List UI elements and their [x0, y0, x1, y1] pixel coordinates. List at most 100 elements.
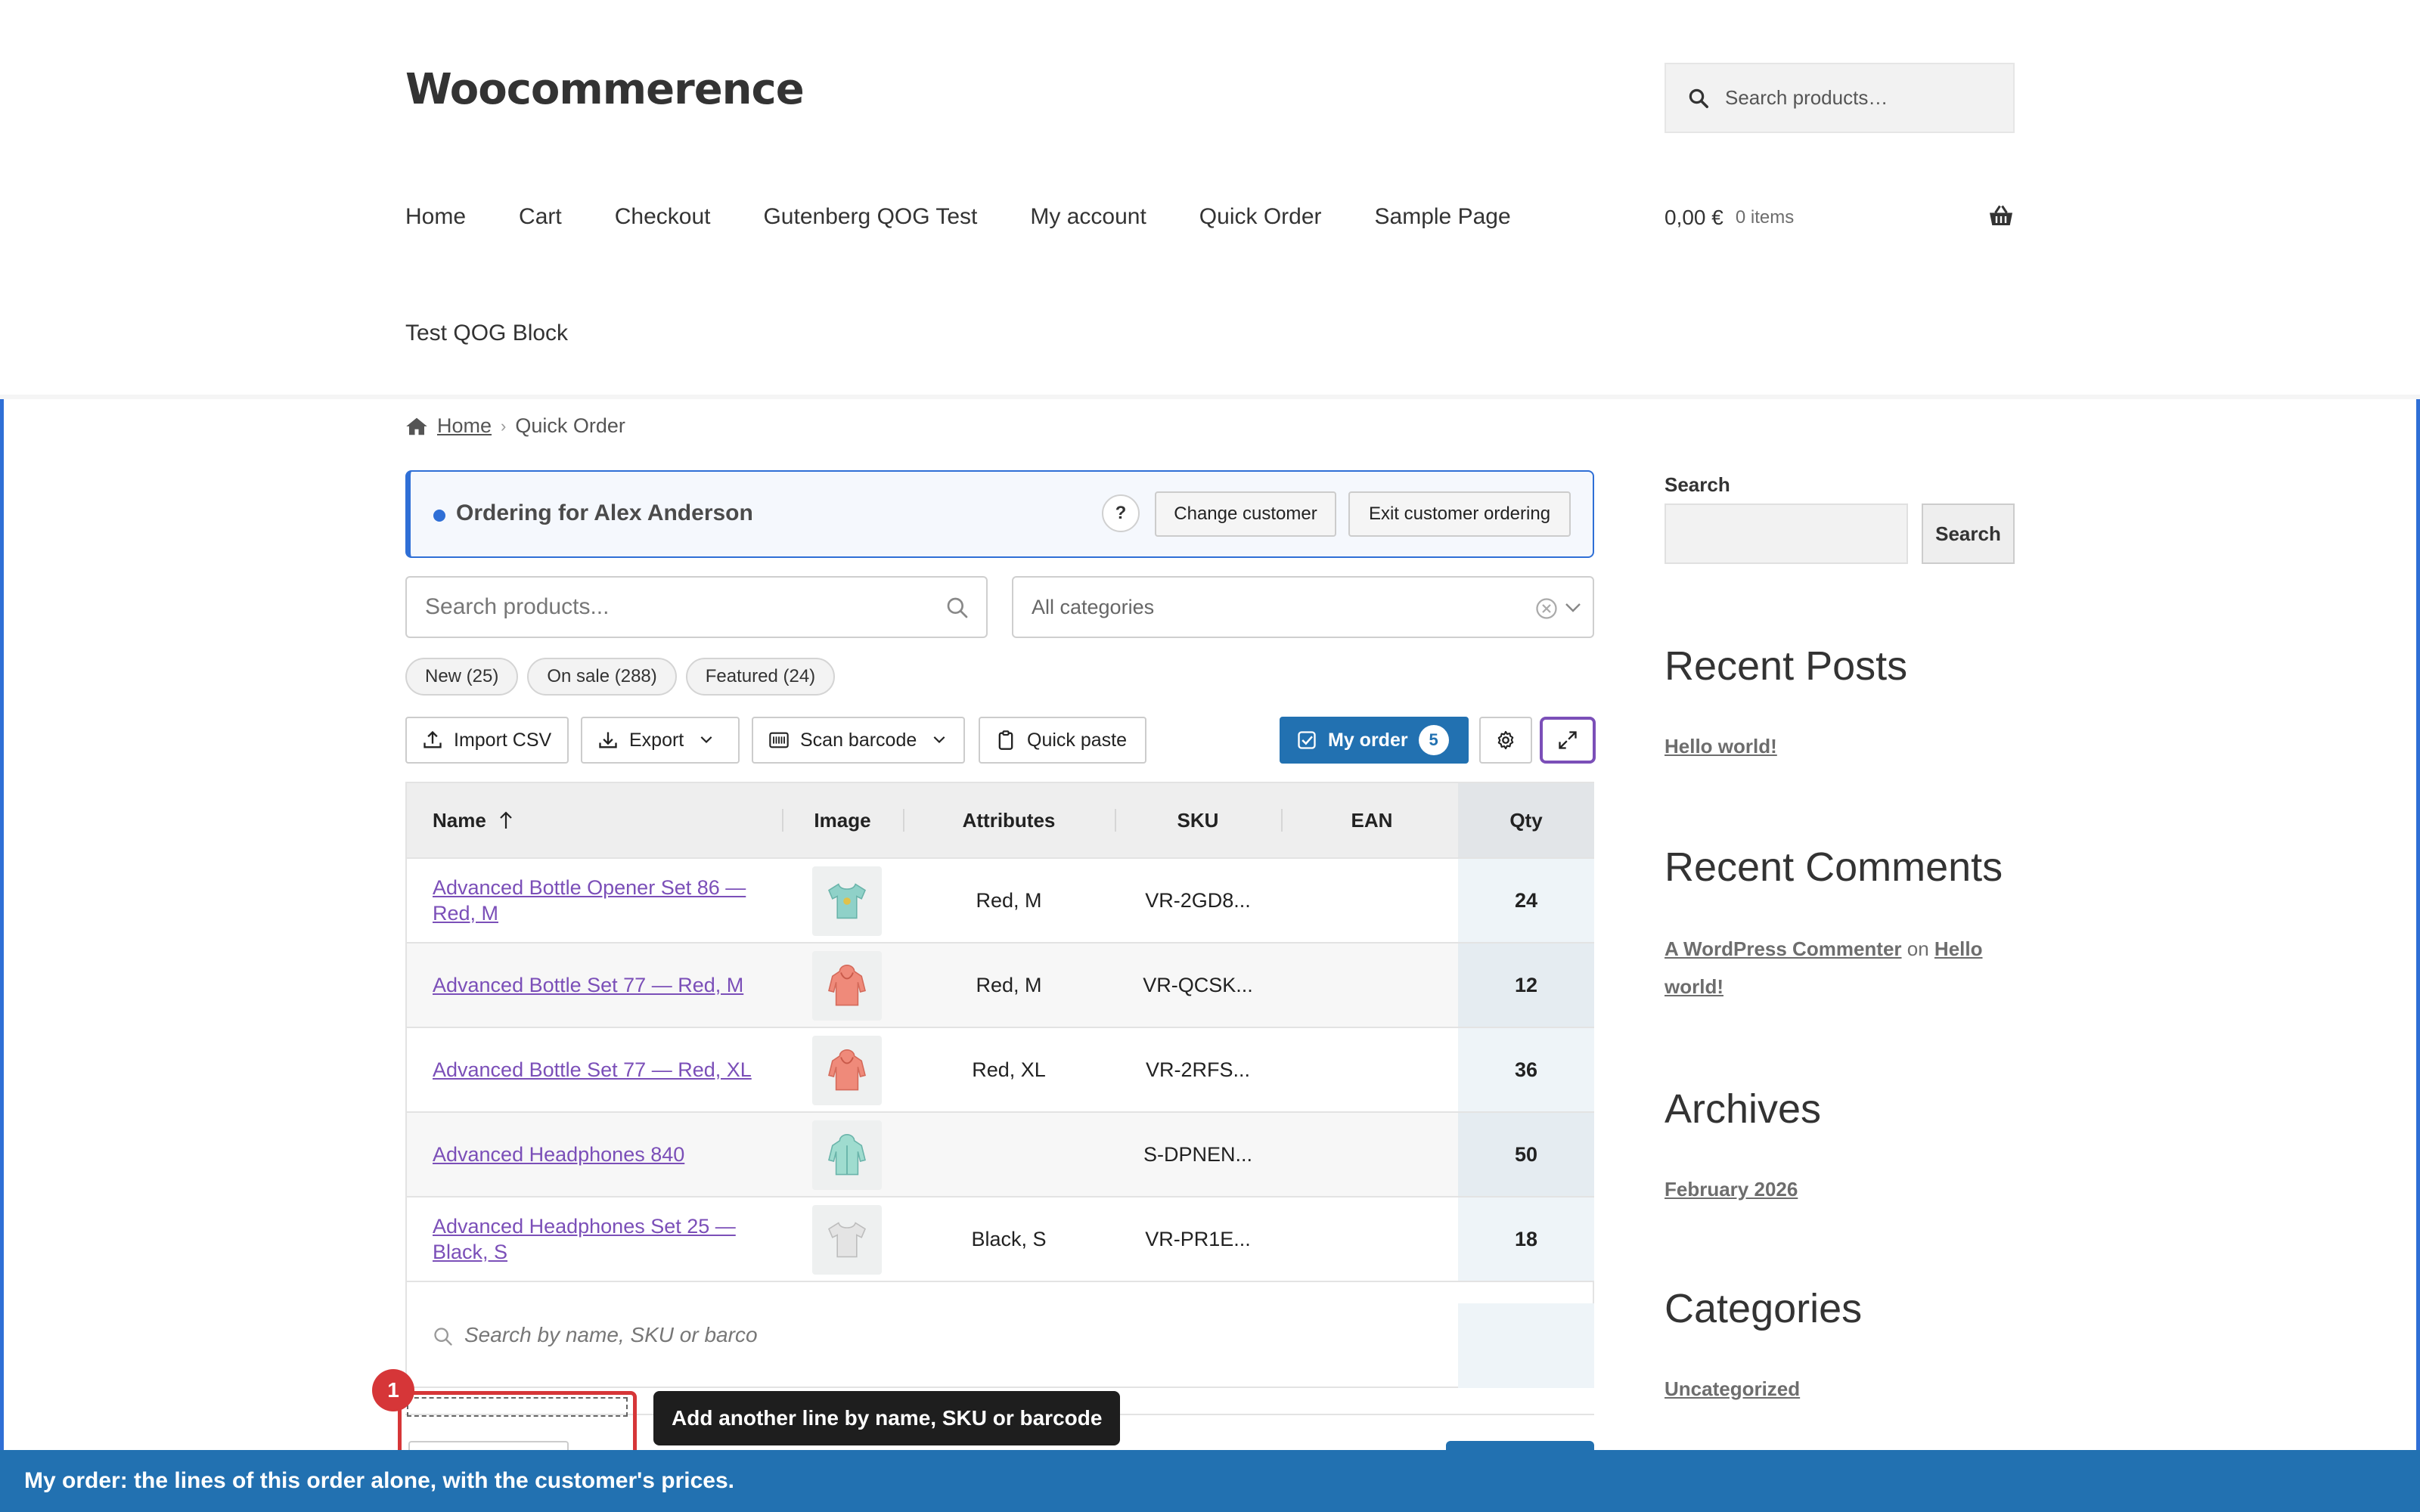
product-name-cell: Advanced Headphones Set 25 — Black, S: [433, 1198, 765, 1281]
archive-link[interactable]: February 2026: [1665, 1178, 1798, 1201]
add-line-qty-cell: [1458, 1303, 1594, 1388]
change-customer-button[interactable]: Change customer: [1155, 491, 1336, 537]
hoodie-teal-icon: [828, 1133, 866, 1176]
attributes-cell: [903, 1113, 1115, 1196]
sidebar-search-button[interactable]: Search: [1922, 503, 2015, 564]
exit-customer-ordering-button[interactable]: Exit customer ordering: [1348, 491, 1571, 537]
sidebar-search-input[interactable]: [1665, 503, 1908, 564]
qty-cell[interactable]: 18: [1458, 1198, 1594, 1281]
nav-item-home[interactable]: Home: [405, 204, 466, 230]
comment-on-text: on: [1907, 937, 1929, 960]
breadcrumb-home[interactable]: Home: [437, 414, 492, 438]
ean-cell: [1281, 943, 1463, 1027]
chevron-down-icon[interactable]: [1564, 600, 1582, 615]
search-icon: [947, 597, 968, 618]
comment-author-link[interactable]: A WordPress Commenter: [1665, 937, 1902, 960]
qty-cell[interactable]: 50: [1458, 1113, 1594, 1196]
table-row: Advanced Headphones 840 S-DPNEN... 50: [407, 1111, 1594, 1196]
nav-item-checkout[interactable]: Checkout: [615, 204, 711, 230]
scan-barcode-button[interactable]: Scan barcode: [752, 717, 965, 764]
export-button[interactable]: Export: [581, 717, 740, 764]
archives-heading: Archives: [1665, 1086, 1822, 1132]
order-toolbar: Import CSV Export Scan barcode Quick pas…: [405, 717, 1596, 764]
nav-item-gutenberg-qog-test[interactable]: Gutenberg QOG Test: [763, 204, 977, 230]
breadcrumb-current: Quick Order: [515, 414, 625, 437]
column-header-ean: EAN: [1281, 783, 1463, 857]
column-header-qty: Qty: [1458, 783, 1594, 857]
column-header-sku: SKU: [1115, 783, 1281, 857]
filter-pill-featured[interactable]: Featured (24): [685, 658, 836, 696]
recent-post-link[interactable]: Hello world!: [1665, 735, 1777, 758]
search-icon: [434, 1328, 452, 1346]
my-order-count-badge: 5: [1418, 725, 1449, 755]
sidebar-search-label: Search: [1665, 473, 1730, 496]
nav-item-sample-page[interactable]: Sample Page: [1375, 204, 1511, 230]
product-link[interactable]: Advanced Bottle Set 77 — Red, M: [433, 972, 743, 998]
product-thumbnail: [812, 951, 882, 1021]
product-link[interactable]: Advanced Headphones 840: [433, 1142, 684, 1167]
qty-cell[interactable]: 12: [1458, 943, 1594, 1027]
table-row: Advanced Bottle Opener Set 86 — Red, M R…: [407, 857, 1594, 942]
quick-paste-button[interactable]: Quick paste: [979, 717, 1146, 764]
page-frame-left: [0, 399, 4, 1512]
upload-icon: [424, 730, 442, 748]
nav-item-test-qog-block[interactable]: Test QOG Block: [405, 321, 568, 346]
table-row: Advanced Headphones Set 25 — Black, S Bl…: [407, 1196, 1594, 1281]
table-row: Advanced Bottle Set 77 — Red, M Red, M V…: [407, 942, 1594, 1027]
product-name-cell: Advanced Bottle Opener Set 86 — Red, M: [433, 859, 765, 942]
product-name-cell: Advanced Headphones 840: [433, 1113, 765, 1196]
header-cart[interactable]: 0,00 € 0 items: [1665, 203, 2015, 230]
search-icon: [1689, 88, 1708, 108]
tour-tooltip: Add another line by name, SKU or barcode: [653, 1391, 1121, 1445]
fullscreen-button[interactable]: [1540, 717, 1596, 764]
nav-item-cart[interactable]: Cart: [519, 204, 562, 230]
customer-ordering-title: Ordering for Alex Anderson: [456, 500, 753, 525]
breadcrumb: Home › Quick Order: [405, 414, 625, 438]
hoodie-red-icon: [828, 1049, 866, 1091]
quick-paste-label: Quick paste: [1027, 729, 1128, 751]
product-search-input[interactable]: Search products...: [405, 576, 988, 638]
filter-pill-new[interactable]: New (25): [405, 658, 519, 696]
column-header-image: Image: [782, 783, 903, 857]
customer-ordering-banner: Ordering for Alex Anderson ? Change cust…: [405, 470, 1594, 558]
add-line-search-placeholder: Search by name, SKU or barco: [464, 1323, 758, 1346]
nav-item-quick-order[interactable]: Quick Order: [1199, 204, 1322, 230]
settings-button[interactable]: [1479, 717, 1532, 764]
header-search-input[interactable]: Search products…: [1665, 63, 2015, 133]
product-name-cell: Advanced Bottle Set 77 — Red, M: [433, 943, 765, 1027]
product-thumbnail: [812, 866, 882, 936]
sku-cell: VR-2RFS...: [1145, 1058, 1251, 1081]
product-link[interactable]: Advanced Headphones Set 25 — Black, S: [433, 1213, 765, 1265]
sku-cell: VR-2GD8...: [1145, 888, 1251, 912]
qty-cell[interactable]: 24: [1458, 859, 1594, 942]
ean-cell: [1281, 1198, 1463, 1281]
recent-posts-heading: Recent Posts: [1665, 643, 1908, 689]
column-header-name[interactable]: Name: [433, 783, 777, 857]
clear-icon[interactable]: [1535, 597, 1558, 620]
cart-item-count: 0 items: [1735, 207, 1795, 228]
filter-pill-on-sale[interactable]: On sale (288): [527, 658, 677, 696]
ean-cell: [1281, 859, 1463, 942]
sku-cell: VR-PR1E...: [1145, 1227, 1251, 1250]
product-link[interactable]: Advanced Bottle Set 77 — Red, XL: [433, 1057, 752, 1083]
category-select[interactable]: All categories: [1012, 576, 1594, 638]
my-order-label: My order: [1328, 729, 1408, 751]
sort-ascending-icon: [500, 811, 512, 829]
category-link[interactable]: Uncategorized: [1665, 1377, 1800, 1401]
ean-cell: [1281, 1113, 1463, 1196]
help-button[interactable]: ?: [1102, 494, 1140, 532]
barcode-icon: [769, 732, 789, 748]
tour-caption-bar: My order: the lines of this order alone,…: [0, 1450, 2420, 1512]
my-order-button[interactable]: My order 5: [1280, 717, 1469, 764]
sku-cell: VR-QCSK...: [1143, 973, 1253, 996]
site-title[interactable]: Woocommerence: [405, 65, 805, 114]
add-line-row[interactable]: Search by name, SKU or barco: [407, 1281, 1594, 1388]
table-header: Name Image Attributes SKU EAN Qty: [407, 783, 1594, 857]
basket-icon[interactable]: [1987, 203, 2015, 230]
column-header-attributes: Attributes: [903, 783, 1115, 857]
product-link[interactable]: Advanced Bottle Opener Set 86 — Red, M: [433, 875, 765, 926]
import-csv-button[interactable]: Import CSV: [405, 717, 569, 764]
column-header-name-label: Name: [433, 808, 486, 832]
qty-cell[interactable]: 36: [1458, 1028, 1594, 1111]
nav-item-my-account[interactable]: My account: [1030, 204, 1146, 230]
